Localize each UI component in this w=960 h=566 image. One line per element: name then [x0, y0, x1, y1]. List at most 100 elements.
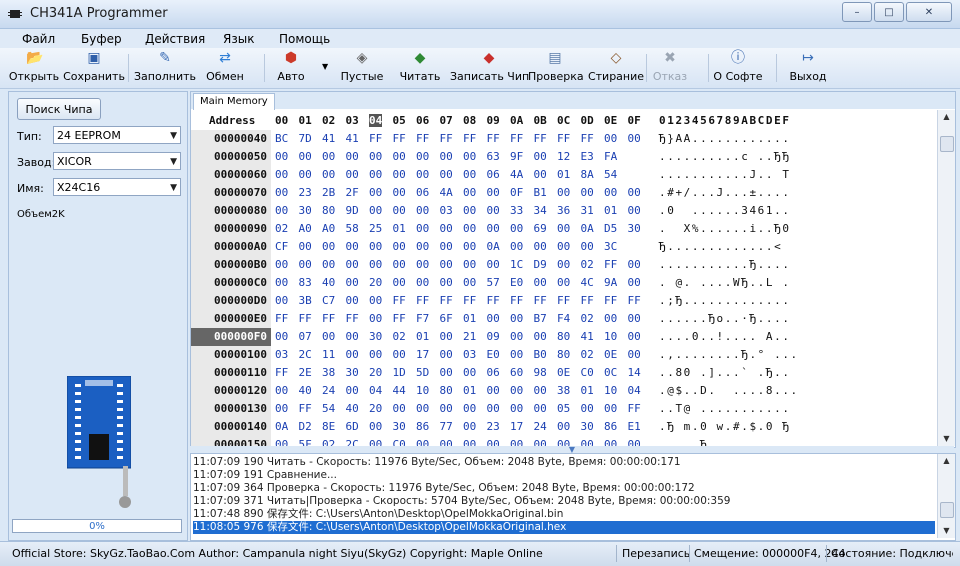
- hex-byte[interactable]: A0: [322, 220, 335, 238]
- hex-byte[interactable]: 00: [416, 274, 429, 292]
- hex-byte[interactable]: 04: [628, 382, 641, 400]
- hex-byte[interactable]: 41: [581, 328, 594, 346]
- hex-byte[interactable]: 03: [463, 346, 476, 364]
- hex-byte[interactable]: 80: [322, 202, 335, 220]
- read-button[interactable]: ◆ Читать: [396, 50, 444, 86]
- hex-byte[interactable]: 4C: [581, 274, 594, 292]
- hex-byte[interactable]: 00: [416, 148, 429, 166]
- hex-byte[interactable]: 00: [534, 382, 547, 400]
- hex-byte[interactable]: FF: [275, 364, 288, 382]
- hex-byte[interactable]: 30: [628, 220, 641, 238]
- hex-byte[interactable]: 00: [487, 184, 500, 202]
- hex-byte[interactable]: FF: [604, 292, 617, 310]
- hex-byte[interactable]: 2F: [346, 184, 359, 202]
- hex-byte[interactable]: 00: [346, 274, 359, 292]
- hex-byte[interactable]: FF: [416, 130, 429, 148]
- menu-actions[interactable]: Действия: [145, 32, 205, 46]
- hex-byte[interactable]: E0: [487, 346, 500, 364]
- hex-byte[interactable]: 31: [581, 202, 594, 220]
- hex-byte[interactable]: FF: [628, 292, 641, 310]
- hex-byte[interactable]: 06: [416, 184, 429, 202]
- hex-byte[interactable]: 41: [346, 130, 359, 148]
- hex-byte[interactable]: FF: [463, 130, 476, 148]
- hex-byte[interactable]: 00: [557, 220, 570, 238]
- hex-byte[interactable]: FF: [487, 292, 500, 310]
- hex-byte[interactable]: 00: [346, 166, 359, 184]
- hex-byte[interactable]: 30: [299, 202, 312, 220]
- hex-byte[interactable]: 00: [275, 328, 288, 346]
- about-button[interactable]: ⓘ О Софте: [710, 50, 766, 86]
- hex-byte[interactable]: 0A: [487, 238, 500, 256]
- hex-byte[interactable]: 12: [557, 148, 570, 166]
- hex-byte[interactable]: F7: [416, 310, 429, 328]
- hex-byte[interactable]: 05: [557, 400, 570, 418]
- hex-byte[interactable]: 10: [604, 382, 617, 400]
- log-scrollbar[interactable]: ▲ ▼: [937, 454, 955, 538]
- hex-byte[interactable]: 44: [393, 382, 406, 400]
- hex-byte[interactable]: 14: [628, 364, 641, 382]
- menu-language[interactable]: Язык: [223, 32, 254, 46]
- hex-byte[interactable]: 2B: [322, 184, 335, 202]
- hex-byte[interactable]: 00: [581, 400, 594, 418]
- write-chip-button[interactable]: ◆ Записать Чип: [450, 50, 529, 86]
- hex-scrollbar[interactable]: ▲ ▼: [937, 110, 955, 446]
- hex-byte[interactable]: 00: [628, 184, 641, 202]
- hex-byte[interactable]: 77: [440, 418, 453, 436]
- hex-byte[interactable]: 00: [299, 166, 312, 184]
- hex-byte[interactable]: 00: [628, 130, 641, 148]
- hex-byte[interactable]: 80: [440, 382, 453, 400]
- hex-byte[interactable]: 00: [346, 148, 359, 166]
- hex-byte[interactable]: 00: [510, 382, 523, 400]
- hex-byte[interactable]: 00: [463, 238, 476, 256]
- hex-byte[interactable]: 23: [299, 184, 312, 202]
- hex-byte[interactable]: 00: [487, 382, 500, 400]
- hex-byte[interactable]: BC: [275, 130, 288, 148]
- hex-byte[interactable]: 21: [463, 328, 476, 346]
- hex-byte[interactable]: 00: [346, 346, 359, 364]
- hex-byte[interactable]: 04: [369, 382, 382, 400]
- hex-byte[interactable]: 00: [299, 256, 312, 274]
- hex-byte[interactable]: 00: [369, 418, 382, 436]
- hex-byte[interactable]: 00: [393, 148, 406, 166]
- hex-byte[interactable]: FF: [604, 256, 617, 274]
- ascii-text[interactable]: ..........c ..ЂЂ: [659, 148, 791, 166]
- hex-byte[interactable]: 3C: [604, 238, 617, 256]
- hex-byte[interactable]: FF: [581, 130, 594, 148]
- ascii-text[interactable]: .#+/...J...±....: [659, 184, 791, 202]
- scroll-thumb[interactable]: [940, 136, 954, 152]
- hex-byte[interactable]: 00: [393, 202, 406, 220]
- hex-byte[interactable]: 5D: [416, 364, 429, 382]
- hex-byte[interactable]: 9D: [346, 202, 359, 220]
- hex-byte[interactable]: 00: [346, 238, 359, 256]
- blank-button[interactable]: ◈ Пустые: [336, 50, 388, 86]
- hex-byte[interactable]: 06: [487, 364, 500, 382]
- hex-byte[interactable]: FF: [393, 292, 406, 310]
- hex-byte[interactable]: 23: [487, 418, 500, 436]
- close-button[interactable]: ✕: [906, 2, 952, 22]
- scroll-thumb[interactable]: [940, 502, 954, 518]
- ascii-text[interactable]: .@$..D. ....8...: [659, 382, 799, 400]
- hex-byte[interactable]: 00: [557, 256, 570, 274]
- hex-byte[interactable]: 00: [369, 148, 382, 166]
- hex-byte[interactable]: 00: [440, 400, 453, 418]
- hex-byte[interactable]: 02: [393, 328, 406, 346]
- hex-byte[interactable]: 00: [346, 328, 359, 346]
- menu-help[interactable]: Помощь: [279, 32, 330, 46]
- ascii-text[interactable]: Ђ}AA............: [659, 130, 791, 148]
- hex-byte[interactable]: 00: [534, 148, 547, 166]
- hex-byte[interactable]: FF: [510, 130, 523, 148]
- hex-byte[interactable]: 00: [440, 328, 453, 346]
- hex-byte[interactable]: FF: [346, 310, 359, 328]
- hex-byte[interactable]: 00: [487, 256, 500, 274]
- verify-button[interactable]: ▤ Проверка: [528, 50, 584, 86]
- hex-byte[interactable]: 00: [628, 310, 641, 328]
- hex-byte[interactable]: 00: [557, 274, 570, 292]
- hex-byte[interactable]: 3B: [299, 292, 312, 310]
- ascii-text[interactable]: Ђ.............<: [659, 238, 782, 256]
- hex-byte[interactable]: 00: [275, 256, 288, 274]
- hex-byte[interactable]: 86: [416, 418, 429, 436]
- hex-byte[interactable]: 00: [416, 238, 429, 256]
- hex-byte[interactable]: 00: [416, 202, 429, 220]
- hex-byte[interactable]: 00: [463, 364, 476, 382]
- hex-byte[interactable]: 30: [346, 364, 359, 382]
